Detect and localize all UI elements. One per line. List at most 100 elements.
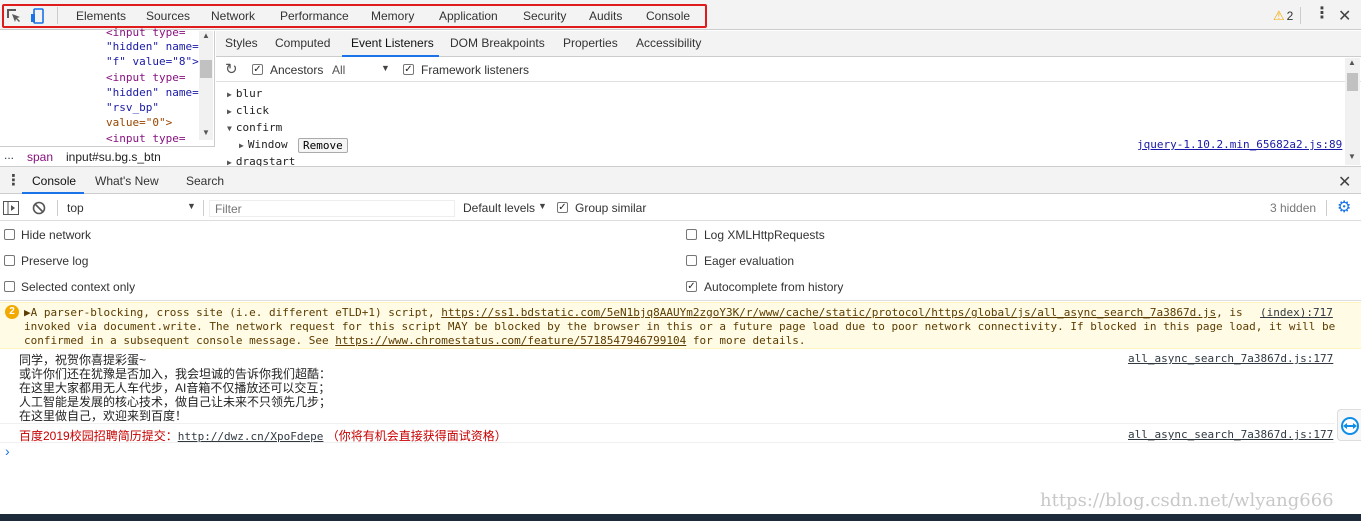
active-tab-indicator <box>342 55 439 57</box>
remove-listener-button[interactable]: Remove <box>298 138 348 153</box>
warning-source-link[interactable]: (index):717 <box>1260 306 1333 319</box>
scroll-up-icon[interactable]: ▲ <box>202 31 210 40</box>
console-log-message[interactable]: 同学，祝贺你喜提彩蛋~ 或许你们还在犹豫是否加入，我会坦诚的告诉你我们超酷： 在… <box>0 350 1335 424</box>
autocomplete-checkbox[interactable]: ✓ <box>686 281 697 292</box>
drawer-menu-icon[interactable]: ⋮ <box>6 171 21 189</box>
event-listeners-toolbar: ↻ ✓ Ancestors All ▼ ✓ Framework listener… <box>216 58 1361 82</box>
console-settings-gear-icon[interactable]: ⚙ <box>1337 197 1351 217</box>
ancestors-label: Ancestors <box>270 63 324 77</box>
tab-console-drawer[interactable]: Console <box>32 174 76 188</box>
group-similar-label: Group similar <box>575 201 647 215</box>
console-filter-input[interactable] <box>209 200 455 217</box>
dom-line[interactable]: <input type= <box>106 132 185 145</box>
warning-repeat-badge: 2 <box>5 305 19 319</box>
recruit-line: 百度2019校园招聘简历提交：http://dwz.cn/XpoFdepe （你… <box>19 429 507 443</box>
autocomplete-label: Autocomplete from history <box>704 280 844 294</box>
listener-blur[interactable]: ▶ blur <box>227 87 262 100</box>
recruit-link[interactable]: http://dwz.cn/XpoFdepe <box>178 430 324 443</box>
toolbar-separator <box>1326 200 1327 216</box>
listener-scope-select[interactable]: All <box>332 63 345 77</box>
console-settings-panel: Hide network Preserve log Selected conte… <box>0 221 1361 301</box>
refresh-icon[interactable]: ↻ <box>225 60 238 78</box>
dom-line[interactable]: value="0"> <box>106 116 172 129</box>
group-similar-checkbox[interactable]: ✓ <box>557 202 568 213</box>
listener-source-link[interactable]: jquery-1.10.2.min_65682a2.js:89 <box>1137 138 1342 151</box>
sidebar-toggle-icon[interactable] <box>3 201 19 215</box>
chevron-down-icon[interactable]: ▼ <box>538 201 547 211</box>
tab-event-listeners[interactable]: Event Listeners <box>351 36 434 50</box>
console-prompt-icon[interactable]: › <box>5 443 10 459</box>
red-highlight-box <box>2 4 707 28</box>
scroll-down-icon[interactable]: ▼ <box>202 128 210 137</box>
listener-confirm[interactable]: ▼ confirm <box>227 121 282 134</box>
tab-whats-new[interactable]: What's New <box>95 174 159 188</box>
dom-scrollbar[interactable]: ▲ ▼ <box>199 31 213 140</box>
tab-accessibility[interactable]: Accessibility <box>636 36 701 50</box>
active-tab-indicator <box>22 192 84 194</box>
selected-context-checkbox[interactable] <box>4 281 15 292</box>
listener-window[interactable]: ▶ Window <box>239 138 288 151</box>
dom-scroll-thumb[interactable] <box>200 60 212 78</box>
chevron-down-icon[interactable]: ▼ <box>381 63 390 73</box>
console-recruit-message[interactable]: 百度2019校园招聘简历提交：http://dwz.cn/XpoFdepe （你… <box>0 425 1335 443</box>
framework-listeners-label: Framework listeners <box>421 63 530 77</box>
dom-line[interactable]: "rsv_bp" <box>106 101 159 114</box>
warning-line-2: invoked via document.write. The network … <box>24 320 1336 333</box>
tab-search[interactable]: Search <box>186 174 224 188</box>
clear-console-icon[interactable] <box>32 201 46 215</box>
eager-eval-checkbox[interactable] <box>686 255 697 266</box>
tab-properties[interactable]: Properties <box>563 36 618 50</box>
tab-styles[interactable]: Styles <box>225 36 258 50</box>
warning-icon: ⚠ <box>1273 8 1285 23</box>
dom-line[interactable]: "hidden" name= <box>106 40 199 53</box>
dom-line[interactable]: <input type= <box>106 71 185 84</box>
drawer-tabs: ⋮ Console What's New Search ✕ <box>0 166 1361 194</box>
breadcrumb-item-input[interactable]: input#su.bg.s_btn <box>66 150 161 164</box>
expand-icon: ▶ <box>227 90 232 99</box>
dom-tree-pane[interactable]: <input type= "hidden" name= "f" value="8… <box>0 26 215 165</box>
scroll-down-icon[interactable]: ▼ <box>1348 152 1356 161</box>
preserve-log-checkbox[interactable] <box>4 255 15 266</box>
chevron-down-icon[interactable]: ▼ <box>187 201 196 211</box>
framework-listeners-checkbox[interactable]: ✓ <box>403 64 414 75</box>
scroll-up-icon[interactable]: ▲ <box>1348 58 1356 67</box>
preserve-log-label: Preserve log <box>21 254 89 268</box>
dom-line[interactable]: "f" value="8"> <box>106 55 199 68</box>
dom-line[interactable]: "hidden" name= <box>106 86 199 99</box>
log-xhr-label: Log XMLHttpRequests <box>704 228 825 242</box>
hide-network-checkbox[interactable] <box>4 229 15 240</box>
close-devtools-icon[interactable]: ✕ <box>1338 6 1351 26</box>
warnings-counter[interactable]: ⚠ 2 <box>1273 8 1293 24</box>
breadcrumb-item-span[interactable]: span <box>27 150 53 164</box>
console-warning-message[interactable]: ▶A parser-blocking, cross site (i.e. dif… <box>0 302 1361 349</box>
tab-computed[interactable]: Computed <box>275 36 330 50</box>
ancestors-checkbox[interactable]: ✓ <box>252 64 263 75</box>
toolbar-separator <box>1300 7 1301 24</box>
eager-eval-label: Eager evaluation <box>704 254 795 268</box>
watermark: https://blog.csdn.net/wlyang666 <box>1040 490 1334 511</box>
dom-line[interactable]: <input type= <box>106 26 185 39</box>
listener-click[interactable]: ▶ click <box>227 104 269 117</box>
chromestatus-link[interactable]: https://www.chromestatus.com/feature/571… <box>335 334 686 347</box>
warning-line-3: confirmed in a subsequent console messag… <box>24 334 806 347</box>
recruit-source-link[interactable]: all_async_search_7a3867d.js:177 <box>1128 428 1333 441</box>
selected-context-label: Selected context only <box>21 280 136 294</box>
teamviewer-tray-icon[interactable] <box>1337 409 1361 441</box>
tab-dom-breakpoints[interactable]: DOM Breakpoints <box>450 36 545 50</box>
warning-script-link[interactable]: https://ss1.bdstatic.com/5eN1bjq8AAUYm2z… <box>441 306 1216 319</box>
log-source-link[interactable]: all_async_search_7a3867d.js:177 <box>1128 352 1333 365</box>
close-drawer-icon[interactable]: ✕ <box>1338 172 1351 192</box>
context-select[interactable]: top <box>67 201 84 215</box>
teamviewer-icon <box>1341 417 1359 435</box>
toolbar-separator <box>203 200 204 216</box>
sidebar-subtabs: Styles Computed Event Listeners DOM Brea… <box>216 31 1361 57</box>
log-xhr-checkbox[interactable] <box>686 229 697 240</box>
listeners-scroll-thumb[interactable] <box>1347 73 1358 91</box>
breadcrumb-ellipsis[interactable]: ... <box>4 148 14 162</box>
devtools-main-toolbar: Elements Sources Network Performance Mem… <box>0 0 1361 30</box>
more-options-icon[interactable]: ⋮ <box>1314 6 1330 22</box>
toolbar-separator <box>57 200 58 216</box>
hide-network-label: Hide network <box>21 228 92 242</box>
log-levels-select[interactable]: Default levels <box>463 201 535 215</box>
warning-line-1: ▶A parser-blocking, cross site (i.e. dif… <box>24 306 1243 319</box>
